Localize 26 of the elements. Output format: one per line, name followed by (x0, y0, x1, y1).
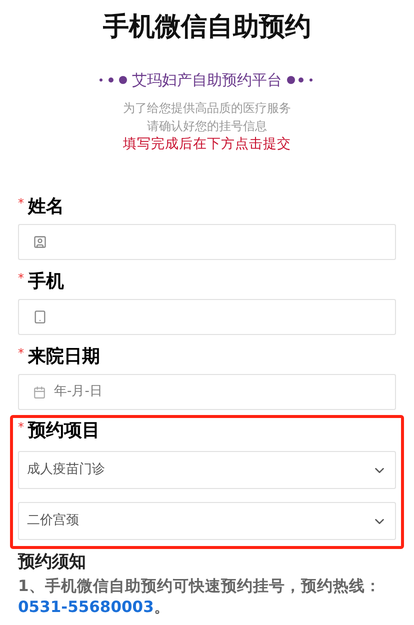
select-dropdown[interactable]: 二价宫颈 (18, 502, 396, 540)
tablet-icon (33, 310, 47, 324)
input-field[interactable] (18, 224, 396, 260)
intro-text: 请确认好您的挂号信息 (147, 118, 267, 135)
field-label: 来院日期 (28, 346, 100, 368)
notice-text: 1、手机微信自助预约可快速预约挂号，预约热线： 0531-55680003。 (18, 576, 382, 618)
input-field[interactable] (18, 299, 396, 335)
required-mark: * (18, 271, 24, 285)
submit-hint: 填写完成后在下方点击提交 (123, 135, 291, 154)
dots-icon (97, 75, 127, 85)
user-card-icon (33, 235, 47, 249)
required-mark: * (18, 420, 24, 434)
field-label: 预约项目 (28, 420, 100, 442)
date-input[interactable]: 年-月-日 (54, 382, 381, 402)
select-dropdown[interactable]: 成人疫苗门诊 (18, 451, 396, 489)
intro-text: 为了给您提供高品质的医疗服务 (123, 100, 291, 117)
field-label: 姓名 (28, 196, 64, 218)
hotline-link[interactable]: 0531-55680003 (18, 598, 154, 616)
required-mark: * (18, 346, 24, 360)
calendar-icon (33, 386, 46, 398)
platform-subtitle: 艾玛妇产自助预约平台 (132, 70, 282, 90)
notice-title: 预约须知 (18, 551, 87, 573)
page-title: 手机微信自助预约 (102, 11, 312, 44)
field-label: 手机 (28, 271, 64, 293)
required-mark: * (18, 196, 24, 210)
date-field[interactable]: 年-月-日 (18, 374, 396, 410)
